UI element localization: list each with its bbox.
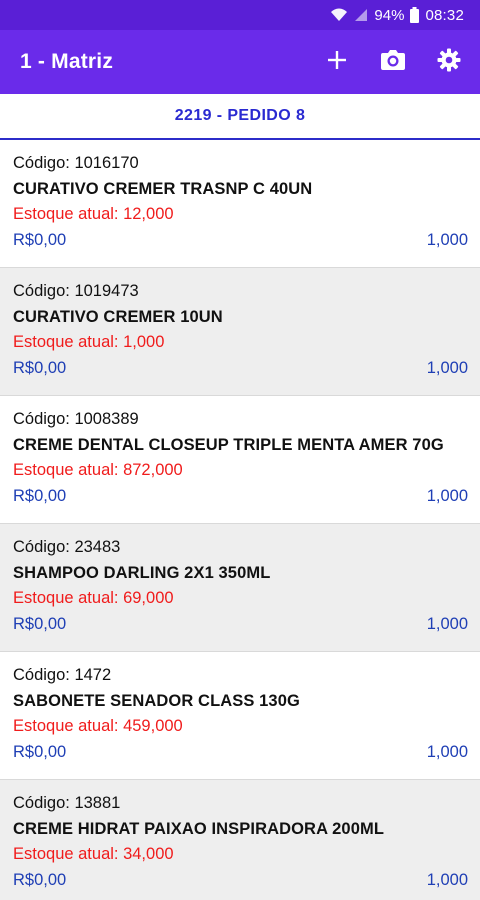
item-description: CREME DENTAL CLOSEUP TRIPLE MENTA AMER 7… <box>13 435 444 454</box>
item-quantity: 1,000 <box>426 230 468 249</box>
order-label: 2219 - PEDIDO 8 <box>174 107 306 124</box>
item-description: CURATIVO CREMER 10UN <box>13 307 223 326</box>
item-description: SABONETE SENADOR CLASS 130G <box>13 691 300 710</box>
item-code: Código: 1008389 <box>13 410 139 428</box>
battery-icon <box>410 7 420 23</box>
item-stock: Estoque atual: 12,000 <box>13 205 174 223</box>
item-code: Código: 1472 <box>13 666 112 684</box>
item-description: CREME HIDRAT PAIXAO INSPIRADORA 200ML <box>13 819 385 838</box>
list-item[interactable]: Código: 1019473 CURATIVO CREMER 10UN Est… <box>0 268 480 396</box>
camera-button[interactable] <box>376 45 410 79</box>
item-quantity: 1,000 <box>426 742 468 761</box>
app-title: 1 - Matriz <box>20 50 114 73</box>
item-quantity: 1,000 <box>426 614 468 633</box>
app-bar-actions <box>320 45 466 79</box>
list-item[interactable]: Código: 1008389 CREME DENTAL CLOSEUP TRI… <box>0 396 480 524</box>
item-stock: Estoque atual: 69,000 <box>13 589 174 607</box>
item-price: R$0,00 <box>13 230 67 249</box>
item-description: CURATIVO CREMER TRASNP C 40UN <box>13 179 313 198</box>
item-footer: R$0,00 1,000 <box>13 356 468 382</box>
list-item[interactable]: Código: 13881 CREME HIDRAT PAIXAO INSPIR… <box>0 780 480 900</box>
item-stock: Estoque atual: 872,000 <box>13 461 183 479</box>
item-price: R$0,00 <box>13 742 67 761</box>
item-price: R$0,00 <box>13 614 67 633</box>
app-bar: 1 - Matriz <box>0 30 480 94</box>
item-footer: R$0,00 1,000 <box>13 484 468 510</box>
item-footer: R$0,00 1,000 <box>13 868 468 894</box>
status-time: 08:32 <box>425 6 464 24</box>
list-item[interactable]: Código: 1016170 CURATIVO CREMER TRASNP C… <box>0 140 480 268</box>
add-button[interactable] <box>320 45 354 79</box>
item-description: SHAMPOO DARLING 2X1 350ML <box>13 563 271 582</box>
list-item[interactable]: Código: 23483 SHAMPOO DARLING 2X1 350ML … <box>0 524 480 652</box>
item-price: R$0,00 <box>13 486 67 505</box>
camera-icon <box>380 48 406 77</box>
battery-percent: 94% <box>374 6 405 24</box>
item-quantity: 1,000 <box>426 870 468 889</box>
settings-icon <box>437 48 461 77</box>
item-stock: Estoque atual: 1,000 <box>13 333 165 351</box>
wifi-icon <box>330 8 348 22</box>
item-stock: Estoque atual: 34,000 <box>13 845 174 863</box>
product-list[interactable]: Código: 1016170 CURATIVO CREMER TRASNP C… <box>0 140 480 900</box>
item-code: Código: 1016170 <box>13 154 139 172</box>
item-code: Código: 1019473 <box>13 282 139 300</box>
item-quantity: 1,000 <box>426 358 468 377</box>
item-code: Código: 23483 <box>13 538 121 556</box>
settings-button[interactable] <box>432 45 466 79</box>
status-bar: 94% 08:32 <box>0 0 480 30</box>
item-footer: R$0,00 1,000 <box>13 228 468 254</box>
item-code: Código: 13881 <box>13 794 121 812</box>
add-icon <box>327 50 347 75</box>
item-quantity: 1,000 <box>426 486 468 505</box>
item-stock: Estoque atual: 459,000 <box>13 717 183 735</box>
signal-icon <box>354 8 368 22</box>
item-price: R$0,00 <box>13 358 67 377</box>
list-item[interactable]: Código: 1472 SABONETE SENADOR CLASS 130G… <box>0 652 480 780</box>
item-price: R$0,00 <box>13 870 67 889</box>
item-footer: R$0,00 1,000 <box>13 612 468 638</box>
item-footer: R$0,00 1,000 <box>13 740 468 766</box>
order-header: 2219 - PEDIDO 8 <box>0 94 480 140</box>
